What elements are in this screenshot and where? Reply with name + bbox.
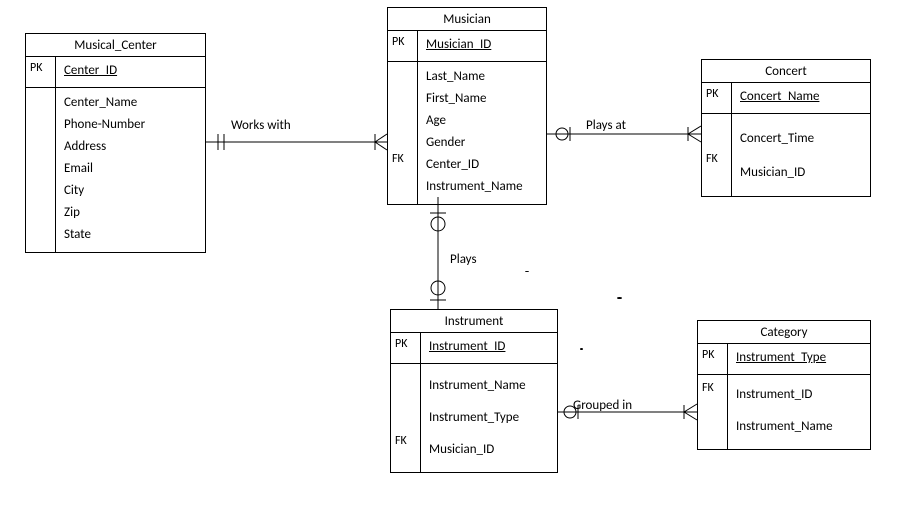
attr: Center_Name [64,92,199,114]
entity-title: Instrument [391,310,557,333]
pk-label: PK [391,333,420,353]
attr: Instrument_Name [429,370,551,402]
pk-label: PK [698,344,727,364]
pk-label: PK [388,31,417,51]
pk-attr: Concert_Name [740,89,819,105]
rel-label-grouped-in: Grouped in [573,398,632,413]
entity-instrument: Instrument PK Instrument_ID FK Instrumen… [390,309,558,473]
entity-title: Musical_Center [26,34,205,57]
attr: Last_Name [426,66,540,88]
pk-label: PK [702,83,731,103]
entity-musician: Musician PK Musician_ID FK Last_Name Fir… [387,7,547,205]
rel-label-plays: Plays [450,252,477,267]
attr: Instrument_Type [429,402,551,434]
attr: Address [64,136,199,158]
attr: Musician_ID [740,156,864,190]
attr: First_Name [426,88,540,110]
attr: Phone-Number [64,114,199,136]
attr: Zip [64,202,199,224]
rel-label-plays-at: Plays at [586,118,626,133]
attr: Musician_ID [429,434,551,466]
attr: Instrument_Name [736,411,864,443]
fk-label: FK [391,430,420,450]
entity-musical-center: Musical_Center PK Center_ID Center_Name … [25,33,206,253]
pk-label: PK [26,57,55,77]
attr: State [64,224,199,246]
attr: Gender [426,132,540,154]
pk-attr: Instrument_ID [429,339,505,355]
attr: Center_ID [426,154,540,176]
attr: Email [64,158,199,180]
attr: Age [426,110,540,132]
fk-label: FK [702,148,731,168]
attr: Instrument_Name [426,176,540,198]
pk-attr: Center_ID [64,63,117,79]
entity-title: Concert [702,60,870,83]
stray-mark-icon [617,297,622,299]
pk-attr: Instrument_Type [736,350,826,366]
entity-category: Category PK Instrument_Type FK Instrumen… [697,320,871,450]
entity-title: Category [698,321,870,344]
attr: City [64,180,199,202]
fk-label: FK [388,148,417,168]
entity-title: Musician [388,8,546,31]
stray-mark-icon [525,271,529,272]
rel-label-works-with: Works with [231,118,291,133]
pk-attr: Musician_ID [426,37,491,53]
attr: Instrument_ID [736,379,864,411]
stray-mark-icon [580,348,583,350]
entity-concert: Concert PK Concert_Name FK Concert_Time … [701,59,871,197]
attr: Concert_Time [740,122,864,156]
fk-label: FK [698,377,727,397]
